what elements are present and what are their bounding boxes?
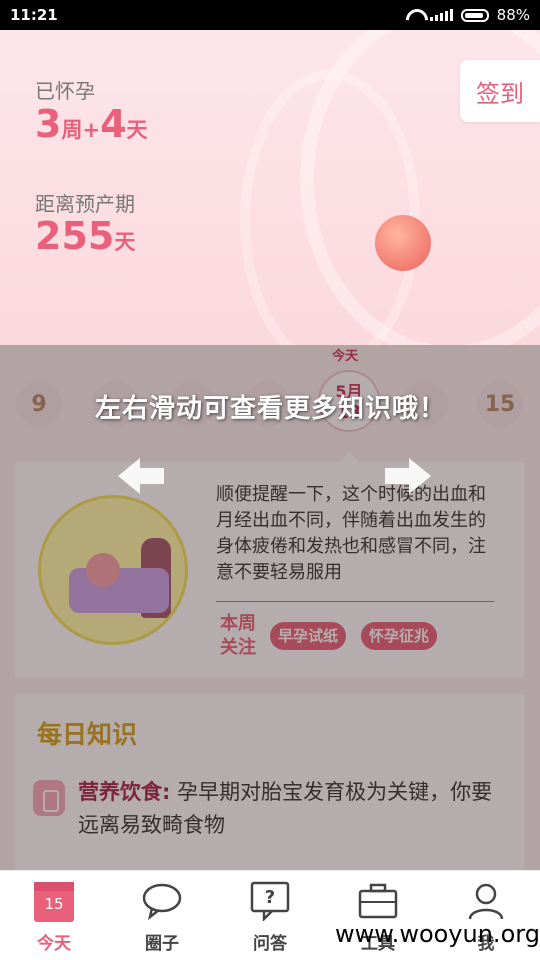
nav-qa[interactable]: ? 问答 — [216, 871, 324, 960]
swipe-hint-text: 左右滑动可查看更多知识哦！ — [95, 394, 447, 424]
checkin-button[interactable]: 签到 — [460, 60, 540, 122]
nav-today[interactable]: 15 今天 — [0, 871, 108, 960]
arrow-left-icon — [118, 458, 164, 494]
status-bar: 11:21 88% — [0, 0, 540, 30]
pregnant-label: 已怀孕 — [35, 79, 95, 103]
pregnant-duration: 3周+4天 — [35, 102, 148, 146]
person-icon — [468, 883, 504, 920]
due-date-label: 距离预产期 — [35, 192, 135, 216]
wifi-icon — [406, 9, 422, 21]
watermark: www.wooyun.org — [335, 920, 540, 948]
chat-bubble-icon — [142, 883, 182, 921]
pregnancy-header: 已怀孕 3周+4天 距离预产期 255天 签到 — [0, 30, 540, 345]
signal-icon — [429, 9, 453, 21]
question-icon: ? — [250, 881, 290, 921]
days-until-due: 255天 — [35, 214, 136, 258]
toolbox-icon — [358, 883, 398, 919]
status-time: 11:21 — [10, 6, 58, 24]
arrow-right-icon — [385, 458, 431, 494]
svg-text:?: ? — [265, 887, 275, 908]
battery-icon — [460, 8, 489, 22]
peach-icon — [375, 215, 431, 271]
nav-circle[interactable]: 圈子 — [108, 871, 216, 960]
battery-percent: 88% — [496, 6, 530, 24]
calendar-icon: 15 — [34, 882, 74, 922]
